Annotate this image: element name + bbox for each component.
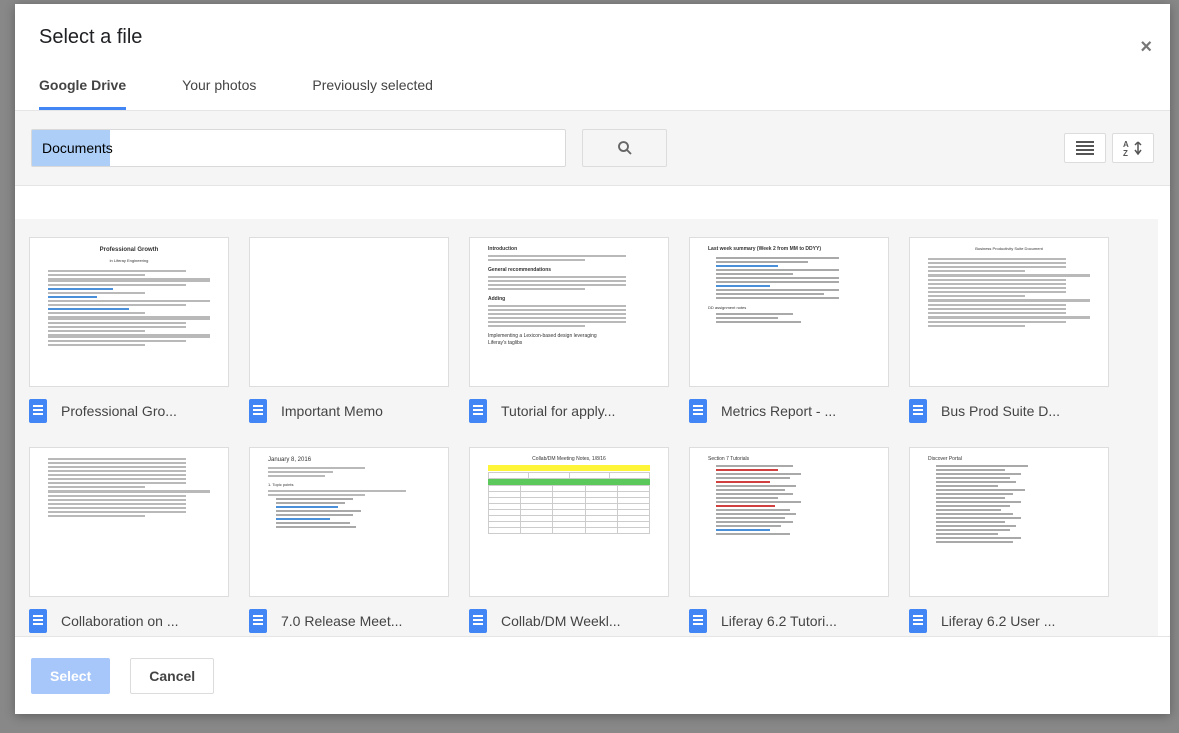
file-name: Professional Gro... (61, 403, 177, 419)
file-item[interactable]: Section 7 Tutorials (689, 447, 889, 633)
file-thumbnail: Last week summary (Week 2 from MM to DDY… (689, 237, 889, 387)
file-item[interactable]: Introduction General recommendations Add… (469, 237, 669, 423)
gdoc-icon (249, 399, 267, 423)
list-view-button[interactable] (1064, 133, 1106, 163)
tab-previously-selected[interactable]: Previously selected (312, 77, 433, 110)
file-thumbnail: Collab/DM Meeting Notes, 1/8/16 (469, 447, 669, 597)
search-icon (616, 139, 634, 157)
file-name: Collab/DM Weekl... (501, 613, 621, 629)
file-name: Important Memo (281, 403, 383, 419)
cancel-button[interactable]: Cancel (130, 658, 214, 694)
file-item[interactable]: January 8, 2016 1. Topic points (249, 447, 449, 633)
tab-bar: Google Drive Your photos Previously sele… (39, 77, 1146, 110)
file-name: 7.0 Release Meet... (281, 613, 402, 629)
search-button[interactable] (582, 129, 667, 167)
select-button[interactable]: Select (31, 658, 110, 694)
file-item[interactable]: Professional Growth in Liferay Engineeri… (29, 237, 229, 423)
file-name: Liferay 6.2 User ... (941, 613, 1055, 629)
file-item[interactable]: Discover Portal (909, 447, 1109, 633)
file-item[interactable]: Business Productivity Suite Document (909, 237, 1109, 423)
gdoc-icon (29, 399, 47, 423)
gdoc-icon (689, 399, 707, 423)
file-item[interactable]: Collab/DM Meeting Notes, 1/8/16 (469, 447, 669, 633)
gdoc-icon (469, 609, 487, 633)
tab-your-photos[interactable]: Your photos (182, 77, 256, 110)
file-grid-container[interactable]: Professional Growth in Liferay Engineeri… (15, 219, 1158, 636)
gdoc-icon (249, 609, 267, 633)
sort-button[interactable]: AZ (1112, 133, 1154, 163)
file-thumbnail: Discover Portal (909, 447, 1109, 597)
file-name: Collaboration on ... (61, 613, 179, 629)
gdoc-icon (29, 609, 47, 633)
file-thumbnail (29, 447, 229, 597)
list-icon (1076, 141, 1094, 155)
tab-google-drive[interactable]: Google Drive (39, 77, 126, 110)
modal-title: Select a file (39, 26, 1146, 49)
file-thumbnail: Professional Growth in Liferay Engineeri… (29, 237, 229, 387)
file-name: Liferay 6.2 Tutori... (721, 613, 837, 629)
modal-footer: Select Cancel (15, 636, 1170, 714)
file-item[interactable]: Important Memo (249, 237, 449, 423)
gdoc-icon (909, 609, 927, 633)
close-icon[interactable]: × (1140, 36, 1152, 59)
gdoc-icon (909, 399, 927, 423)
file-grid: Professional Growth in Liferay Engineeri… (29, 237, 1144, 633)
file-name: Metrics Report - ... (721, 403, 836, 419)
gdoc-icon (689, 609, 707, 633)
file-item[interactable]: Collaboration on ... (29, 447, 229, 633)
file-item[interactable]: Last week summary (Week 2 from MM to DDY… (689, 237, 889, 423)
sort-az-icon: AZ (1123, 139, 1143, 157)
toolbar: AZ (15, 111, 1170, 186)
file-name: Tutorial for apply... (501, 403, 615, 419)
search-input[interactable] (31, 129, 566, 167)
file-name: Bus Prod Suite D... (941, 403, 1060, 419)
svg-text:Z: Z (1123, 149, 1128, 157)
file-thumbnail: January 8, 2016 1. Topic points (249, 447, 449, 597)
modal-header: Select a file Google Drive Your photos P… (15, 4, 1170, 111)
file-thumbnail: Business Productivity Suite Document (909, 237, 1109, 387)
svg-text:A: A (1123, 140, 1129, 149)
file-thumbnail (249, 237, 449, 387)
file-picker-modal: × Select a file Google Drive Your photos… (15, 4, 1170, 714)
file-thumbnail: Introduction General recommendations Add… (469, 237, 669, 387)
file-thumbnail: Section 7 Tutorials (689, 447, 889, 597)
gdoc-icon (469, 399, 487, 423)
